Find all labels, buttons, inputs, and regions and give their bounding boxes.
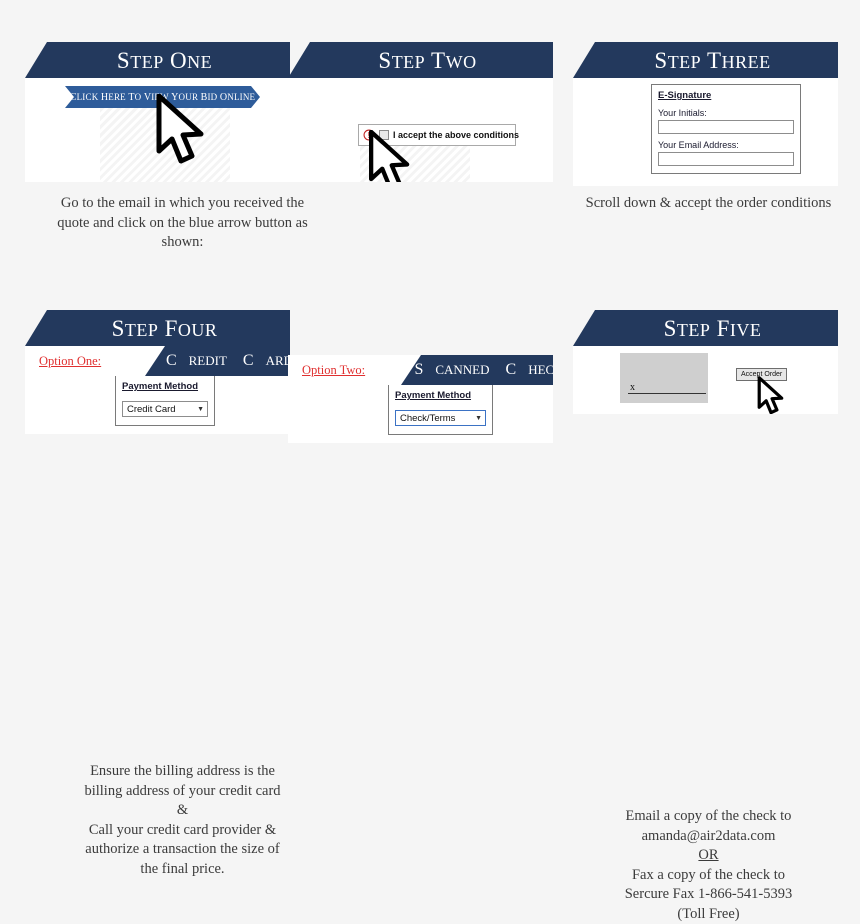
chevron-down-icon: ▼ — [475, 414, 482, 422]
option-two-caption: Email a copy of the check to amanda@air2… — [576, 807, 841, 924]
caption-line: the final price. — [140, 860, 225, 877]
credit-card-banner-label: C REDIT C ARD — [165, 352, 290, 369]
step-four-body: Payment Method Credit Card ▼ — [25, 376, 290, 434]
title-rest2: NE — [187, 51, 213, 72]
step-two-caption: Scroll down & accept the order condition… — [585, 195, 832, 211]
caption-line: Sercure Fax 1-866-541-5393 — [624, 886, 793, 903]
caption-line: (Toll Free) — [677, 905, 740, 922]
step-one-card: STEP ONE CLICK HERE TO VIEW YOUR BID ONL… — [25, 42, 308, 250]
payment-method-select[interactable]: Credit Card ▼ — [122, 401, 208, 417]
option-one-row: Option One: C REDIT C ARD — [25, 346, 290, 376]
step-two-banner: STEP TWO — [288, 42, 553, 78]
scanned-check-banner-label: SCANNED CHECK — [414, 361, 553, 378]
signature-line — [628, 393, 706, 394]
email-label: Your Email Address: — [658, 140, 739, 150]
step-one-caption: Go to the email in which you received th… — [57, 195, 308, 251]
title-cap2: F — [716, 315, 730, 341]
step-five-title: STEP FIVE — [650, 317, 762, 340]
title-cap: S — [111, 315, 125, 341]
title-rest2: IVE — [729, 319, 762, 340]
step-two-title: STEP TWO — [364, 49, 476, 72]
title-cap: S — [654, 47, 668, 73]
step-four-banner: STEP FOUR — [25, 310, 290, 346]
e-signature-heading: E-Signature — [658, 90, 712, 101]
signature-pad[interactable]: x — [620, 353, 708, 403]
mouse-cursor-icon — [156, 94, 204, 164]
chevron-down-icon: ▼ — [197, 405, 204, 413]
caption-line: Ensure the billing address is the — [90, 763, 275, 779]
caption-line-or: OR — [698, 847, 719, 864]
payment-method-value: Check/Terms — [400, 412, 456, 424]
credit-card-banner: C REDIT C ARD — [145, 346, 290, 376]
title-rest: TEP — [124, 319, 159, 340]
step-four-card: STEP FOUR Option One: C REDIT C ARD Paymen… — [25, 310, 290, 877]
payment-method-heading: Payment Method — [395, 390, 472, 401]
title-cap: S — [663, 315, 677, 341]
step-three-banner: STEP THREE — [573, 42, 838, 78]
step-five-banner: STEP FIVE — [573, 310, 838, 346]
option-one-label: Option One: — [39, 354, 102, 368]
initials-input[interactable] — [658, 120, 794, 134]
step-three-title: STEP THREE — [640, 49, 770, 72]
title-cap2: O — [169, 47, 188, 73]
title-cap: S — [116, 47, 131, 73]
caption-line: amanda@air2data.com — [641, 827, 776, 844]
step-one-banner: STEP ONE — [25, 42, 290, 78]
title-rest: TEP — [391, 51, 426, 72]
step-five-card: STEP FIVE x Accept Order Sign with mouse… — [573, 310, 838, 414]
signature-x-mark: x — [630, 382, 635, 393]
scanned-check-banner: SCANNED CHECK — [401, 355, 553, 385]
title-rest2: WO — [445, 51, 477, 72]
title-rest: TEP — [676, 319, 711, 340]
e-signature-panel: E-Signature Your Initials: Your Email Ad… — [651, 84, 801, 174]
step-four-title: STEP FOUR — [98, 317, 218, 340]
steps-grid: STEP ONE CLICK HERE TO VIEW YOUR BID ONL… — [0, 0, 860, 922]
caption-line: Call your credit card provider & — [88, 821, 277, 838]
payment-method-box-credit: Payment Method Credit Card ▼ — [115, 376, 215, 426]
title-cap2: T — [707, 47, 722, 73]
step-two-body: I accept the above conditions — [288, 78, 553, 182]
payment-method-value: Credit Card — [127, 403, 176, 415]
option-two-row: Option Two: SCANNED CHECK — [288, 355, 553, 385]
payment-method-select[interactable]: Check/Terms ▼ — [395, 410, 486, 426]
option-two-label: Option Two: — [302, 363, 366, 377]
step-three-body: E-Signature Your Initials: Your Email Ad… — [573, 78, 838, 186]
email-input[interactable] — [658, 152, 794, 166]
option-two-body: Payment Method Check/Terms ▼ — [288, 385, 553, 443]
payment-method-box-check: Payment Method Check/Terms ▼ — [388, 385, 493, 435]
step-one-title: STEP ONE — [103, 49, 212, 72]
mouse-cursor-icon — [757, 376, 784, 414]
title-rest2: HREE — [721, 51, 771, 72]
step-five-body: x Accept Order — [573, 346, 838, 414]
title-cap: S — [378, 47, 392, 73]
title-rest: TEP — [130, 51, 164, 72]
option-two-card: Option Two: SCANNED CHECK Payment Method… — [288, 355, 792, 922]
caption-line: Email a copy of the check to — [625, 808, 792, 824]
title-rest: TEP — [667, 51, 702, 72]
caption-line: billing address of your credit card — [84, 782, 281, 799]
title-cap2: T — [431, 47, 446, 73]
initials-label: Your Initials: — [658, 108, 707, 118]
caption-line: Fax a copy of the check to — [631, 866, 785, 883]
mouse-cursor-icon — [369, 130, 410, 182]
payment-method-heading: Payment Method — [122, 381, 199, 392]
title-cap2: F — [164, 315, 178, 341]
step-two-card: STEP TWO I accept the above conditions S… — [288, 42, 831, 211]
step-four-caption: Ensure the billing address is the billin… — [50, 762, 315, 879]
caption-line: & — [176, 802, 189, 819]
step-one-body: CLICK HERE TO VIEW YOUR BID ONLINE — [25, 78, 290, 182]
caption-line: authorize a transaction the size of — [85, 841, 280, 858]
title-rest2: OUR — [177, 319, 218, 340]
step-three-card: STEP THREE E-Signature Your Initials: Yo… — [573, 42, 838, 186]
